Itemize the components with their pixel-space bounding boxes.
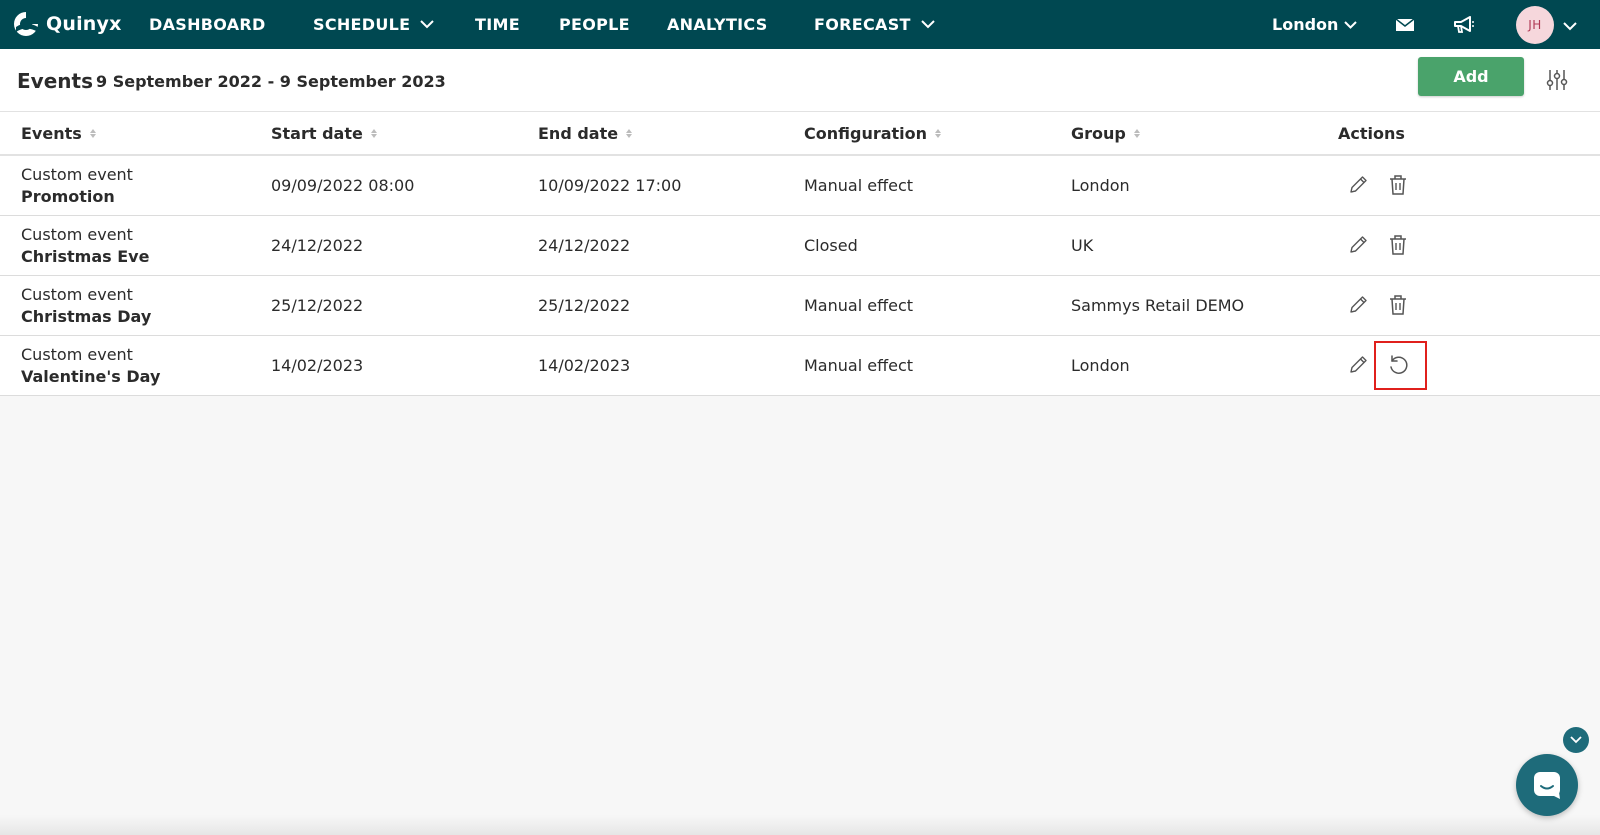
event-name: Christmas Eve: [21, 247, 150, 266]
event-type: Custom event: [21, 165, 133, 184]
event-cell: Custom event Valentine's Day: [21, 336, 160, 395]
date-range: 9 September 2022 - 9 September 2023: [96, 72, 446, 91]
column-label: Start date: [271, 123, 363, 143]
chevron-down-icon: [1344, 20, 1358, 29]
column-header-start-date[interactable]: Start date: [271, 112, 377, 154]
column-label: End date: [538, 123, 619, 143]
event-name: Valentine's Day: [21, 367, 161, 386]
edit-pencil-icon[interactable]: [1346, 173, 1370, 197]
mail-icon[interactable]: [1392, 12, 1418, 38]
edit-pencil-icon[interactable]: [1346, 293, 1370, 317]
chevron-down-icon: [420, 20, 435, 29]
sort-icon: [1133, 128, 1140, 138]
sort-icon: [89, 128, 96, 138]
chat-icon: [1534, 772, 1560, 799]
bottom-shade: [0, 815, 1600, 835]
group-cell: UK: [1071, 236, 1094, 255]
megaphone-icon[interactable]: [1451, 12, 1477, 38]
table-row[interactable]: Custom event Promotion 09/09/2022 08:00 …: [0, 156, 1600, 216]
event-type: Custom event: [21, 285, 133, 304]
sort-icon: [935, 128, 942, 138]
end-date-cell: 24/12/2022: [538, 236, 631, 255]
nav-forecast[interactable]: FORECAST: [814, 0, 935, 49]
user-avatar[interactable]: JH: [1516, 6, 1554, 44]
events-table: Events Start date End date Configuration…: [0, 112, 1600, 396]
revert-undo-icon[interactable]: [1386, 353, 1410, 377]
chat-minimize-button[interactable]: [1563, 727, 1589, 753]
end-date-cell: 10/09/2022 17:00: [538, 176, 682, 195]
start-date-cell: 25/12/2022: [271, 296, 364, 315]
column-header-events[interactable]: Events: [21, 112, 96, 154]
event-type: Custom event: [21, 225, 133, 244]
chevron-down-icon: [1570, 736, 1582, 744]
sort-icon: [370, 128, 377, 138]
column-header-end-date[interactable]: End date: [538, 112, 633, 154]
group-cell: London: [1071, 356, 1130, 375]
nav-dashboard[interactable]: DASHBOARD: [149, 0, 266, 49]
quinyx-logo[interactable]: Quinyx: [12, 10, 122, 38]
configuration-cell: Manual effect: [804, 176, 914, 195]
event-cell: Custom event Christmas Day: [21, 276, 151, 335]
location-label: London: [1272, 15, 1339, 34]
start-date-cell: 24/12/2022: [271, 236, 364, 255]
table-row[interactable]: Custom event Christmas Day 25/12/2022 25…: [0, 276, 1600, 336]
chevron-down-icon[interactable]: [1563, 16, 1577, 35]
user-initials: JH: [1528, 18, 1542, 32]
group-cell: London: [1071, 176, 1130, 195]
nav-dashboard-label: DASHBOARD: [149, 15, 266, 34]
delete-trash-icon[interactable]: [1386, 233, 1410, 257]
chat-launcher-button[interactable]: [1516, 754, 1578, 816]
add-button[interactable]: Add: [1418, 57, 1524, 96]
column-label: Group: [1071, 123, 1126, 143]
event-cell: Custom event Promotion: [21, 156, 133, 215]
column-label: Configuration: [804, 123, 928, 143]
edit-pencil-icon[interactable]: [1346, 353, 1370, 377]
delete-trash-icon[interactable]: [1386, 173, 1410, 197]
brand-name: Quinyx: [46, 13, 122, 35]
event-name: Christmas Day: [21, 307, 152, 326]
nav-time-label: TIME: [475, 15, 520, 34]
start-date-cell: 14/02/2023: [271, 356, 364, 375]
edit-pencil-icon[interactable]: [1346, 233, 1370, 257]
quinyx-logo-icon: [14, 12, 38, 36]
start-date-cell: 09/09/2022 08:00: [271, 176, 415, 195]
nav-time[interactable]: TIME: [475, 0, 520, 49]
event-name: Promotion: [21, 187, 115, 206]
filter-settings-icon[interactable]: [1545, 68, 1569, 92]
column-header-actions: Actions: [1338, 112, 1405, 154]
nav-schedule[interactable]: SCHEDULE: [313, 0, 435, 49]
configuration-cell: Manual effect: [804, 296, 914, 315]
sort-icon: [626, 128, 633, 138]
event-cell: Custom event Christmas Eve: [21, 216, 149, 275]
nav-people[interactable]: PEOPLE: [559, 0, 630, 49]
page-header: Events 9 September 2022 - 9 September 20…: [0, 49, 1600, 112]
page-title: Events: [17, 69, 93, 93]
nav-analytics-label: ANALYTICS: [667, 15, 768, 34]
end-date-cell: 25/12/2022: [538, 296, 631, 315]
column-header-configuration[interactable]: Configuration: [804, 112, 942, 154]
column-label: Events: [21, 123, 82, 143]
end-date-cell: 14/02/2023: [538, 356, 631, 375]
nav-schedule-label: SCHEDULE: [313, 15, 411, 34]
table-row[interactable]: Custom event Christmas Eve 24/12/2022 24…: [0, 216, 1600, 276]
nav-analytics[interactable]: ANALYTICS: [667, 0, 768, 49]
location-selector[interactable]: London: [1272, 0, 1358, 49]
event-type: Custom event: [21, 345, 133, 364]
configuration-cell: Manual effect: [804, 356, 914, 375]
nav-forecast-label: FORECAST: [814, 15, 911, 34]
configuration-cell: Closed: [804, 236, 858, 255]
delete-trash-icon[interactable]: [1386, 293, 1410, 317]
column-label: Actions: [1338, 123, 1405, 143]
group-cell: Sammys Retail DEMO: [1071, 296, 1245, 315]
table-row[interactable]: Custom event Valentine's Day 14/02/2023 …: [0, 336, 1600, 396]
table-header: Events Start date End date Configuration…: [0, 112, 1600, 156]
nav-people-label: PEOPLE: [559, 15, 630, 34]
column-header-group[interactable]: Group: [1071, 112, 1140, 154]
top-navigation-bar: Quinyx DASHBOARD SCHEDULE TIME PEOPLE AN…: [0, 0, 1600, 49]
chevron-down-icon: [921, 20, 935, 29]
